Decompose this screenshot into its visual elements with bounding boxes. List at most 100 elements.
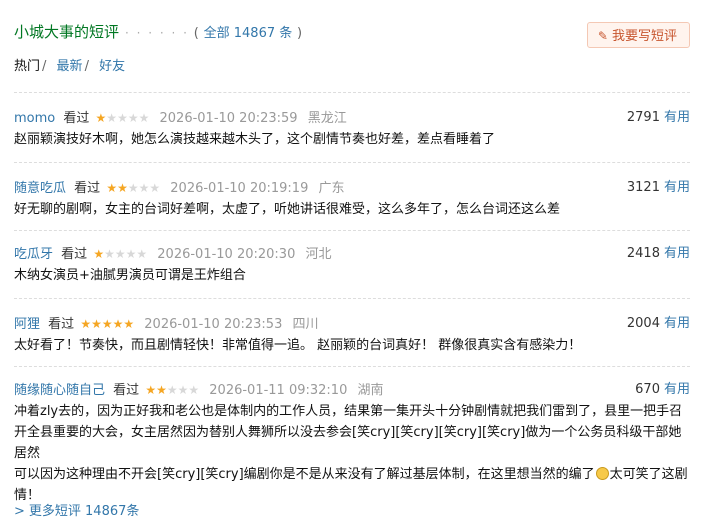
rating-stars: ★★★★★ (96, 111, 150, 125)
comment-content: 好无聊的剧啊，女主的台词好差啊，太虚了，听她讲话很难受，这么多年了，怎么台词还这… (14, 202, 561, 217)
comment-user-link[interactable]: 吃瓜牙 (14, 247, 53, 262)
star-icon: ★ (138, 111, 150, 125)
more-comments-link[interactable]: > 更多短评 14867条 (14, 500, 139, 519)
comment-user-link[interactable]: 阿狸 (14, 317, 40, 332)
star-icon: ★ (127, 111, 139, 125)
comment-user-link[interactable]: momo (14, 111, 55, 126)
comment-user-link[interactable]: 随意吃瓜 (14, 181, 66, 196)
comment-time: 2026-01-10 20:23:59 (159, 111, 298, 126)
tab-latest[interactable]: 最新 (57, 59, 83, 74)
write-comment-label: 我要写短评 (611, 29, 677, 44)
comment-time: 2026-01-10 20:20:30 (157, 247, 296, 262)
comment-content: 木纳女演员+油腻男演员可谓是王炸组合 (14, 268, 246, 283)
rating-stars: ★★★★★ (93, 247, 147, 261)
section-title: 小城大事的短评 (14, 23, 120, 41)
star-icon: ★ (177, 383, 189, 397)
star-icon: ★ (117, 111, 128, 125)
vote-number: 2418 (626, 246, 660, 261)
rating-stars: ★★★★★ (106, 181, 160, 195)
useful-button[interactable]: 有用 (664, 110, 690, 125)
comment-location: 四川 (292, 317, 319, 332)
comment-meta: 阿狸 看过 ★★★★★ 2026-01-10 20:23:53 四川 2004 有… (14, 313, 690, 335)
star-icon: ★ (149, 181, 161, 195)
vote-number: 2004 (626, 316, 660, 331)
rating-stars: ★★★★★ (145, 383, 199, 397)
tab-hot[interactable]: 热门 (14, 59, 40, 74)
watched-label: 看过 (48, 317, 75, 332)
star-icon: ★ (104, 247, 115, 261)
pencil-icon: ✎ (597, 29, 608, 43)
useful-button[interactable]: 有用 (664, 246, 690, 261)
write-comment-button[interactable]: ✎ 我要写短评 (586, 22, 690, 48)
star-icon: ★ (166, 383, 178, 397)
title-dots: · · · · · · (125, 26, 189, 40)
section-title-row: 小城大事的短评 · · · · · · ( 全部 14867 条 ) (14, 21, 302, 45)
star-icon: ★ (80, 317, 92, 331)
useful-button[interactable]: 有用 (664, 180, 690, 195)
comment-item: 随意吃瓜 看过 ★★★★★ 2026-01-10 20:19:19 广东 312… (14, 162, 690, 230)
watched-label: 看过 (113, 383, 140, 398)
star-icon: ★ (106, 181, 118, 195)
star-icon: ★ (125, 247, 137, 261)
comment-location: 河北 (305, 247, 332, 262)
count-open-paren: ( (193, 26, 199, 41)
comment-time: 2026-01-10 20:19:19 (170, 181, 309, 196)
useful-button[interactable]: 有用 (664, 382, 690, 397)
comment-meta: 随意吃瓜 看过 ★★★★★ 2026-01-10 20:19:19 广东 312… (14, 177, 690, 199)
star-icon: ★ (117, 181, 128, 195)
comment-content-line: 可以因为这种理由不开会[笑cry][笑cry]编剧你是不是从来没有了解过基层体制… (14, 464, 690, 485)
comment-location: 湖南 (357, 383, 384, 398)
vote-number: 2791 (626, 110, 660, 125)
star-icon: ★ (136, 247, 148, 261)
chevron-right-icon: > (14, 504, 25, 519)
star-icon: ★ (145, 383, 157, 397)
star-icon: ★ (114, 247, 126, 261)
tab-separator: / (84, 59, 89, 74)
star-icon: ★ (106, 111, 118, 125)
vote-count: 3121 有用 (627, 177, 690, 199)
star-icon: ★ (188, 383, 200, 397)
star-icon: ★ (93, 247, 105, 261)
rating-stars: ★★★★★ (80, 317, 134, 331)
comment-content-line: 开全县重要的大会，女主居然因为替别人舞狮所以没去参会[笑cry][笑cry][笑… (14, 425, 682, 461)
star-icon: ★ (123, 317, 135, 331)
tab-friends[interactable]: 好友 (99, 59, 125, 74)
comment-item: 吃瓜牙 看过 ★★★★★ 2026-01-10 20:20:30 河北 2418… (14, 230, 690, 298)
emoji-face-icon (595, 467, 609, 480)
vote-count: 2004 有用 (627, 313, 690, 335)
vote-count: 2791 有用 (627, 107, 690, 129)
comment-list: momo 看过 ★★★★★ 2026-01-10 20:23:59 黑龙江 27… (14, 92, 690, 503)
star-icon: ★ (101, 317, 113, 331)
star-icon: ★ (156, 383, 167, 397)
more-comments-label: 更多短评 14867条 (28, 504, 140, 519)
star-icon: ★ (95, 111, 107, 125)
star-icon: ★ (91, 317, 102, 331)
comment-location: 黑龙江 (307, 111, 347, 126)
comment-meta: momo 看过 ★★★★★ 2026-01-10 20:23:59 黑龙江 27… (14, 107, 690, 129)
comment-time: 2026-01-10 20:23:53 (144, 317, 283, 332)
comment-meta: 吃瓜牙 看过 ★★★★★ 2026-01-10 20:20:30 河北 2418… (14, 243, 690, 265)
vote-count: 2418 有用 (627, 243, 690, 265)
star-icon: ★ (112, 317, 124, 331)
comment-meta: 随缘随心随自己 看过 ★★★★★ 2026-01-11 09:32:10 湖南 … (14, 379, 690, 401)
comment-content: 太好看了！节奏快，而且剧情轻快！非常值得一追。 赵丽颖的台词真好！ 群像很真实含… (14, 338, 582, 353)
section-header: 小城大事的短评 · · · · · · ( 全部 14867 条 ) ✎ 我要写短评 (14, 0, 690, 48)
comment-content-line: 冲着zly去的，因为正好我和老公也是体制内的工作人员，结果第一集开头十分钟剧情就… (14, 404, 683, 419)
comment-content: 冲着zly去的，因为正好我和老公也是体制内的工作人员，结果第一集开头十分钟剧情就… (14, 401, 690, 506)
tab-separator: / (42, 59, 47, 74)
comment-content-text: 太可笑了这剧 (609, 467, 688, 482)
watched-label: 看过 (61, 247, 88, 262)
comment-item: momo 看过 ★★★★★ 2026-01-10 20:23:59 黑龙江 27… (14, 92, 690, 162)
watched-label: 看过 (74, 181, 101, 196)
comment-time: 2026-01-11 09:32:10 (209, 383, 348, 398)
comment-location: 广东 (318, 181, 345, 196)
sort-tabs: 热门 / 最新 / 好友 (14, 58, 125, 76)
watched-label: 看过 (63, 111, 90, 126)
star-icon: ★ (138, 181, 150, 195)
comment-item: 阿狸 看过 ★★★★★ 2026-01-10 20:23:53 四川 2004 有… (14, 298, 690, 366)
all-comments-count-link[interactable]: 全部 14867 条 (204, 26, 293, 41)
comments-section: 小城大事的短评 · · · · · · ( 全部 14867 条 ) ✎ 我要写短评… (14, 0, 690, 519)
vote-count: 670 有用 (635, 379, 690, 401)
comment-user-link[interactable]: 随缘随心随自己 (14, 383, 105, 398)
useful-button[interactable]: 有用 (664, 316, 690, 331)
